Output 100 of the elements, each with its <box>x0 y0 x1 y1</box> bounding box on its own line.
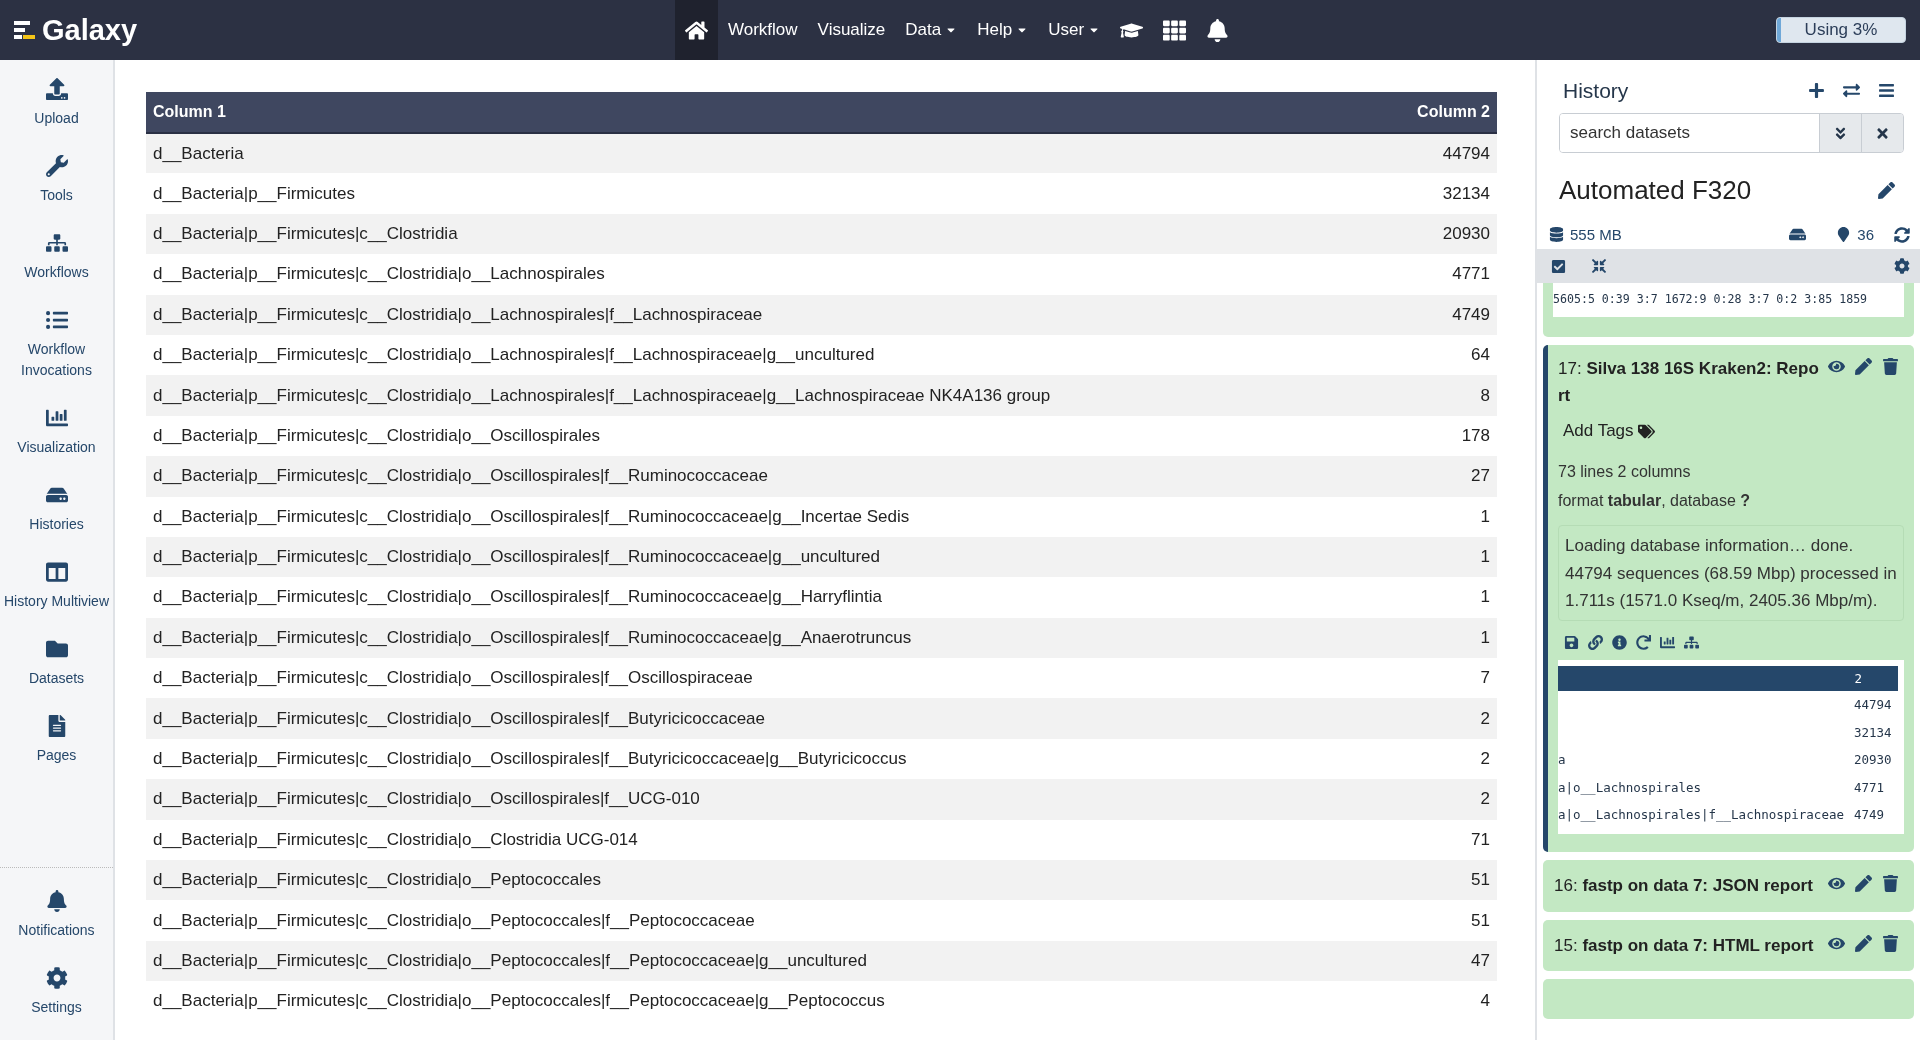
table-cell: 4749 <box>1379 294 1497 335</box>
table-cell: 20930 <box>1379 213 1497 255</box>
table-cell: d__Bacteria|p__Firmicutes|c__Clostridia|o__Lachnospirales|f__Lachnospiraceae|g__uncultured <box>146 334 1380 376</box>
table-cell: 51 <box>1379 860 1497 901</box>
collapse-icon[interactable] <box>1592 259 1606 273</box>
drive-icon[interactable] <box>1789 226 1807 243</box>
preview-cell-text: 4749 <box>1854 807 1886 823</box>
table-cell: 1 <box>1379 496 1497 537</box>
bell-icon <box>45 890 68 912</box>
nav-icon-button[interactable] <box>675 0 718 60</box>
add-tags-button[interactable]: Add Tags <box>1558 409 1660 456</box>
dataset-peek: 5605:5 0:39 3:7 1672:9 0:28 3:7 0:2 3:85 1859 <box>1553 283 1904 317</box>
history-name: Automated F320 <box>1559 175 1753 206</box>
sidebar-item[interactable]: Tools <box>0 151 113 210</box>
preview-cell-text: a|o__Lachnospirales|f__Lachnospiraceae <box>1558 807 1845 823</box>
bar-chart-icon <box>45 407 68 429</box>
double-chevron-icon <box>1833 125 1848 141</box>
usage-meter[interactable]: Using 3% <box>1776 17 1906 43</box>
panel-title: History <box>1563 78 1630 103</box>
table-cell: d__Bacteria|p__Firmicutes|c__Clostridia|o__Oscillospirales|f__Ruminococcaceae|g__Incertae Sedis <box>146 496 1380 537</box>
dataset-format: format tabular, database ? <box>1558 491 1752 512</box>
marker-icon <box>1836 227 1852 242</box>
dataset-card[interactable] <box>1543 345 1914 853</box>
advanced-search-button[interactable] <box>1819 114 1861 152</box>
column-header: Column 2 <box>1379 92 1497 133</box>
sidebar-item[interactable]: Workflow Invocations <box>0 305 113 385</box>
nav-dropdown[interactable]: Data <box>895 0 968 60</box>
checkbox-icon[interactable] <box>1551 258 1566 274</box>
nav-link[interactable]: Workflow <box>718 0 808 60</box>
table-cell: d__Bacteria|p__Firmicutes|c__Clostridia|o__Oscillospirales|f__Ruminococcaceae <box>146 456 1380 497</box>
dataset-title[interactable]: 16: fastp on data 7: JSON report <box>1554 872 1819 900</box>
dataset-info: Loading database information… done. 44794 sequences (68.59 Mbp) processed in 1.711s (1571.0 Kseq/m, 2405.36 Mbp/m). <box>1558 525 1904 621</box>
table-cell: d__Bacteria|p__Firmicutes|c__Clostridia|o__Oscillospirales|f__Ruminococcaceae|g__Anaerotruncus <box>146 617 1380 659</box>
sidebar-item[interactable]: Settings <box>0 963 113 1022</box>
rerun-icon[interactable] <box>1636 634 1651 650</box>
upload-icon <box>45 78 68 100</box>
table-cell: 1 <box>1379 536 1497 578</box>
sidebar-item[interactable]: Upload <box>0 74 113 133</box>
column-header: Column 1 <box>146 92 1380 133</box>
info-icon[interactable] <box>1612 634 1627 650</box>
table-cell: d__Bacteria|p__Firmicutes|c__Clostridia|o__Oscillospirales|f__Butyricicoccaceae|g__Butyricicoccus <box>146 738 1380 780</box>
table-cell: d__Bacteria|p__Firmicutes|c__Clostridia|o__Oscillospirales <box>146 415 1380 457</box>
dataset-card[interactable]: 15: fastp on data 7: HTML report <box>1543 919 1914 971</box>
table-cell: 8 <box>1379 375 1497 416</box>
dataset-title[interactable]: 15: fastp on data 7: HTML report <box>1554 931 1819 959</box>
table-cell: 51 <box>1379 900 1497 941</box>
columns-icon <box>45 561 68 583</box>
table-cell: d__Bacteria|p__Firmicutes|c__Clostridia|o__Oscillospirales|f__Butyricicoccaceae <box>146 698 1380 739</box>
table-cell: d__Bacteria|p__Firmicutes|c__Clostridia|o__Lachnospirales|f__Lachnospiraceae <box>146 294 1380 335</box>
sidebar-item[interactable]: Histories <box>0 480 113 539</box>
preview-cell-text: 32134 <box>1854 724 1893 740</box>
table-cell: 27 <box>1379 456 1497 497</box>
dataset-title[interactable]: 17: Silva 138 16S Kraken2: Report <box>1558 355 1819 410</box>
preview-cell-text: a|o__Lachnospirales <box>1558 779 1702 795</box>
table-cell: d__Bacteria|p__Firmicutes|c__Clostridia|o__Oscillospirales|f__Oscillospiraceae <box>146 658 1380 699</box>
table-cell: d__Bacteria|p__Firmicutes|c__Clostridia|o__Peptococcales <box>146 860 1380 901</box>
grid-icon <box>1163 18 1187 42</box>
table-cell: 178 <box>1379 415 1497 457</box>
nav-link[interactable]: Visualize <box>807 0 896 60</box>
clear-button[interactable] <box>1861 114 1903 152</box>
sidebar-item[interactable]: Pages <box>0 711 113 770</box>
table-cell: 1 <box>1379 617 1497 659</box>
table-cell: d__Bacteria|p__Firmicutes|c__Clostridia|o__Oscillospirales|f__UCG-010 <box>146 779 1380 820</box>
table-cell: d__Bacteria|p__Firmicutes|c__Clostridia|o__Peptococcales|f__Peptococcaceae|g__Peptococcus <box>146 981 1380 1022</box>
refresh-icon[interactable] <box>1894 226 1910 243</box>
sidebar-item[interactable]: Notifications <box>0 886 113 945</box>
history-size: 555 MB <box>1570 226 1622 243</box>
wrench-icon <box>45 155 68 177</box>
tags-icon <box>1637 422 1655 440</box>
preview-header: 2 <box>1558 665 1898 691</box>
table-cell: 2 <box>1379 779 1497 820</box>
table-cell: d__Bacteria|p__Firmicutes|c__Clostridia|o__Lachnospirales <box>146 254 1380 295</box>
settings-icon[interactable] <box>1894 258 1910 274</box>
dataset-card[interactable]: 16: fastp on data 7: JSON report <box>1543 860 1914 912</box>
sidebar-item[interactable]: History Multiview <box>0 557 113 616</box>
folder-icon <box>45 638 68 660</box>
dataset-summary: 73 lines 2 columns <box>1558 462 1692 483</box>
preview-cell-text: 44794 <box>1854 697 1893 713</box>
table-cell: 4771 <box>1379 254 1497 295</box>
link-icon[interactable] <box>1588 634 1603 650</box>
preview-cell-text: 20930 <box>1854 752 1893 768</box>
sidebar-item[interactable]: Datasets <box>0 634 113 693</box>
save-icon[interactable] <box>1564 634 1579 650</box>
nav-dropdown[interactable]: User <box>1038 0 1111 60</box>
preview-cell-text: 4771 <box>1854 779 1886 795</box>
close-icon <box>1875 125 1890 141</box>
usage-label: Using 3% <box>1804 20 1878 40</box>
settings-icon <box>45 967 68 989</box>
sidebar-item[interactable]: Workflows <box>0 228 113 287</box>
search-field[interactable]: search datasets <box>1559 113 1904 153</box>
sitemap-icon[interactable] <box>1684 634 1699 650</box>
table-cell: 32134 <box>1379 173 1497 214</box>
brand-logo[interactable]: Galaxy <box>14 13 138 47</box>
dataset-count: 36 <box>1857 226 1874 243</box>
sidebar-item[interactable]: Visualization <box>0 403 113 462</box>
nav-dropdown[interactable]: Help <box>967 0 1039 60</box>
bar-chart-icon[interactable] <box>1660 634 1675 650</box>
sitemap-icon <box>45 232 68 254</box>
table-cell: 2 <box>1379 738 1497 780</box>
table-cell: d__Bacteria <box>146 133 1380 174</box>
